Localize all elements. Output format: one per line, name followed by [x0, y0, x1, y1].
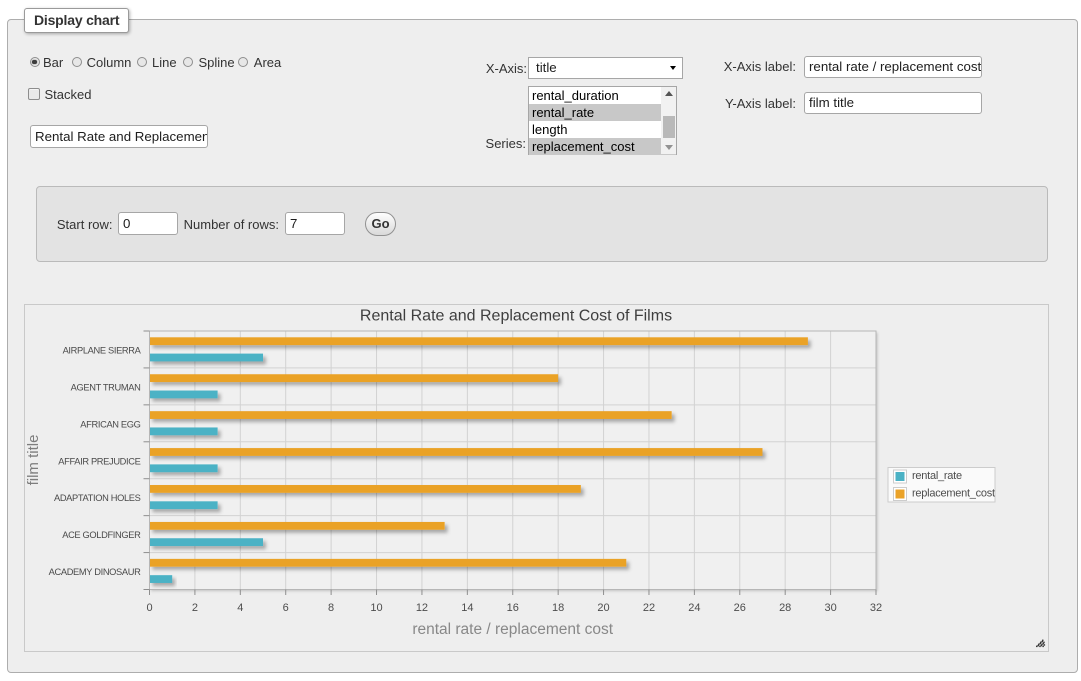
svg-text:30: 30 — [824, 602, 836, 614]
svg-text:film title: film title — [25, 435, 42, 486]
svg-text:0: 0 — [146, 602, 152, 614]
svg-text:ACADEMY DINOSAUR: ACADEMY DINOSAUR — [49, 567, 141, 577]
svg-text:20: 20 — [597, 602, 609, 614]
svg-text:4: 4 — [237, 602, 243, 614]
svg-text:16: 16 — [507, 602, 519, 614]
svg-text:28: 28 — [779, 602, 791, 614]
svg-text:replacement_cost: replacement_cost — [912, 488, 995, 500]
svg-text:Rental Rate and Replacement Co: Rental Rate and Replacement Cost of Film… — [360, 308, 672, 325]
svg-text:18: 18 — [552, 602, 564, 614]
svg-text:12: 12 — [416, 602, 428, 614]
svg-text:24: 24 — [688, 602, 700, 614]
svg-text:14: 14 — [461, 602, 473, 614]
svg-text:AGENT TRUMAN: AGENT TRUMAN — [71, 382, 141, 392]
svg-text:2: 2 — [192, 602, 198, 614]
svg-text:AFFAIR PREJUDICE: AFFAIR PREJUDICE — [58, 456, 140, 466]
svg-text:10: 10 — [370, 602, 382, 614]
svg-text:rental rate / replacement cost: rental rate / replacement cost — [412, 621, 613, 638]
svg-text:ADAPTATION HOLES: ADAPTATION HOLES — [54, 493, 141, 503]
svg-text:6: 6 — [283, 602, 289, 614]
svg-text:rental_rate: rental_rate — [912, 470, 962, 482]
svg-text:ACE GOLDFINGER: ACE GOLDFINGER — [62, 530, 141, 540]
svg-text:32: 32 — [870, 602, 882, 614]
svg-text:8: 8 — [328, 602, 334, 614]
svg-text:22: 22 — [643, 602, 655, 614]
svg-text:26: 26 — [734, 602, 746, 614]
svg-text:AFRICAN EGG: AFRICAN EGG — [80, 419, 140, 429]
svg-text:AIRPLANE SIERRA: AIRPLANE SIERRA — [63, 345, 142, 355]
